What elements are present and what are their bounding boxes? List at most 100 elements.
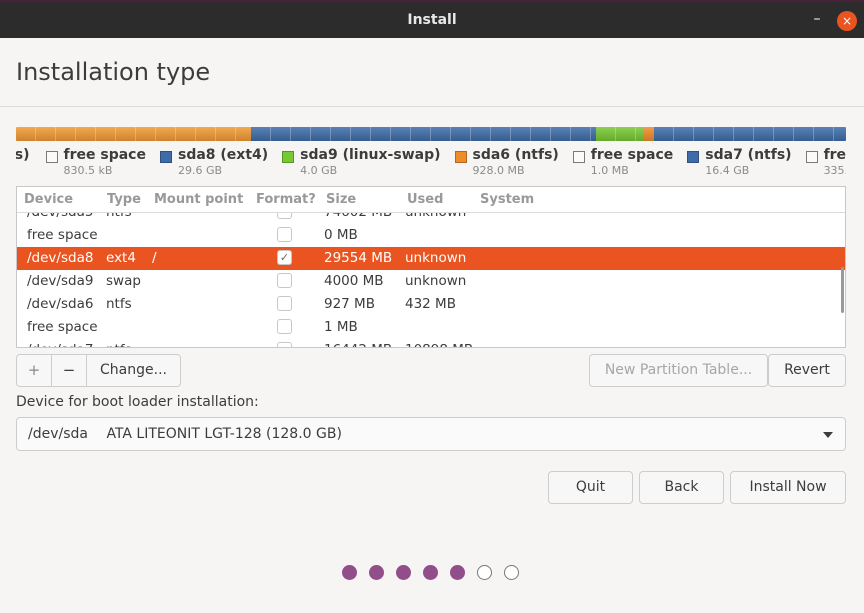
legend-name: sda9 (linux-swap) xyxy=(300,147,441,163)
format-checkbox[interactable] xyxy=(277,319,292,334)
progress-dot xyxy=(504,565,519,580)
boot-loader-select[interactable]: /dev/sda ATA LITEONIT LGT-128 (128.0 GB) xyxy=(16,417,846,451)
cell-used: unknown xyxy=(405,273,467,289)
partition-table[interactable]: Device Type Mount point Format? Size Use… xyxy=(16,186,846,348)
cell-type: ntfs xyxy=(106,296,132,312)
legend-item: sda6 (ntfs) 928.0 MB xyxy=(454,147,559,177)
install-now-button[interactable]: Install Now xyxy=(730,471,846,504)
title-bar: Install – × xyxy=(0,0,864,38)
progress-dot xyxy=(396,565,411,580)
legend-swatch xyxy=(159,151,172,163)
progress-dot xyxy=(450,565,465,580)
header-divider xyxy=(0,106,864,107)
legend-size: 4.0 GB xyxy=(300,164,338,177)
legend-swatch xyxy=(572,151,585,163)
legend-name: free space xyxy=(823,147,846,163)
cell-size: 0 MB xyxy=(324,227,358,243)
cell-used: 432 MB xyxy=(405,296,456,312)
cell-used: 10898 MB xyxy=(405,342,473,347)
cell-device: /dev/sda9 xyxy=(27,273,94,289)
format-checkbox[interactable] xyxy=(277,342,292,347)
cell-size: 4000 MB xyxy=(324,273,384,289)
table-row[interactable]: free space 1 MB xyxy=(17,316,845,339)
format-checkbox[interactable]: ✓ xyxy=(277,250,292,265)
cell-type: swap xyxy=(106,273,141,289)
cell-device: /dev/sda8 xyxy=(27,250,94,266)
partition-bar-segment xyxy=(250,127,597,141)
cell-mount-point: / xyxy=(152,250,157,266)
dropdown-arrow-icon xyxy=(823,432,833,438)
column-used[interactable]: Used xyxy=(407,192,443,207)
legend-size: 928.0 MB xyxy=(472,164,525,177)
legend-size: 16.4 GB xyxy=(705,164,750,177)
cell-used: unknown xyxy=(405,250,467,266)
boot-device-path: /dev/sda xyxy=(28,426,88,442)
cell-device: free space xyxy=(27,227,98,243)
column-format[interactable]: Format? xyxy=(256,192,316,207)
legend-size: 335.4 kB xyxy=(823,164,846,177)
legend-swatch xyxy=(45,151,58,163)
legend-size: 29.6 GB xyxy=(177,164,223,177)
quit-button[interactable]: Quit xyxy=(548,471,633,504)
legend-name: tfs) xyxy=(16,147,30,163)
format-checkbox[interactable] xyxy=(277,296,292,311)
table-scrollbar[interactable] xyxy=(841,267,844,313)
cell-device: /dev/sda7 xyxy=(27,342,93,347)
minimize-icon[interactable]: – xyxy=(810,11,824,27)
partition-bar xyxy=(16,127,846,141)
legend-name: sda8 (ext4) xyxy=(177,147,269,163)
legend-item: tfs) xyxy=(16,147,30,177)
cell-type: ext4 xyxy=(106,250,136,266)
partition-legend: tfs)free space830.5 kBsda8 (ext4)29.6 GB… xyxy=(16,147,846,183)
revert-button[interactable]: Revert xyxy=(768,354,846,387)
legend-item: free space335.4 kB xyxy=(805,147,846,177)
legend-item: sda8 (ext4) 29.6 GB xyxy=(159,147,269,177)
close-icon[interactable]: × xyxy=(837,11,857,31)
table-row[interactable]: /dev/sda9 swap 4000 MB unknown xyxy=(17,270,845,293)
cell-size: 1 MB xyxy=(324,319,358,335)
remove-partition-button[interactable]: − xyxy=(52,355,87,386)
boot-loader-label: Device for boot loader installation: xyxy=(16,394,259,410)
table-row[interactable]: /dev/sda8 ext4 / 29554 MB unknown ✓ xyxy=(17,247,845,270)
cell-type: ntfs xyxy=(106,342,132,347)
cell-size: 16442 MB xyxy=(324,342,392,347)
legend-swatch xyxy=(282,151,295,163)
cell-size: 29554 MB xyxy=(324,250,393,266)
legend-name: free space xyxy=(63,147,146,163)
cell-device: free space xyxy=(27,319,98,335)
table-row[interactable]: /dev/sda7 ntfs 16442 MB 10898 MB xyxy=(17,339,845,347)
format-checkbox[interactable] xyxy=(277,227,292,242)
progress-dot xyxy=(369,565,384,580)
legend-size: 830.5 kB xyxy=(63,164,113,177)
column-size[interactable]: Size xyxy=(326,192,356,207)
partition-bar-segment xyxy=(16,127,251,141)
table-header: Device Type Mount point Format? Size Use… xyxy=(17,187,845,213)
legend-item: free space 1.0 MB xyxy=(572,147,674,177)
cell-size: 927 MB xyxy=(324,296,375,312)
back-button[interactable]: Back xyxy=(639,471,724,504)
change-partition-button[interactable]: Change... xyxy=(87,355,180,386)
column-type[interactable]: Type xyxy=(107,192,141,207)
column-system[interactable]: System xyxy=(480,192,534,207)
column-mount-point[interactable]: Mount point xyxy=(154,192,243,207)
partition-edit-buttons: + − Change... xyxy=(16,354,181,387)
boot-device-description: ATA LITEONIT LGT-128 (128.0 GB) xyxy=(106,426,342,442)
partition-bar-segment xyxy=(654,127,846,141)
legend-swatch xyxy=(454,151,467,163)
page-title: Installation type xyxy=(16,58,211,86)
table-body: /dev/sda5ntfs74602 MBunknownfree space0 … xyxy=(17,201,845,347)
legend-name: free space xyxy=(590,147,674,163)
legend-name: sda7 (ntfs) xyxy=(705,147,792,163)
progress-dot xyxy=(342,565,357,580)
progress-dot xyxy=(423,565,438,580)
new-partition-table-button[interactable]: New Partition Table... xyxy=(589,354,768,387)
progress-dot xyxy=(477,565,492,580)
format-checkbox[interactable] xyxy=(277,273,292,288)
legend-name: sda6 (ntfs) xyxy=(472,147,559,163)
add-partition-button[interactable]: + xyxy=(17,355,52,386)
legend-swatch xyxy=(687,151,700,163)
table-row[interactable]: free space 0 MB xyxy=(17,224,845,247)
table-row[interactable]: /dev/sda6 ntfs 927 MB 432 MB xyxy=(17,293,845,316)
column-device[interactable]: Device xyxy=(24,192,73,207)
legend-item: sda7 (ntfs) 16.4 GB xyxy=(687,147,792,177)
